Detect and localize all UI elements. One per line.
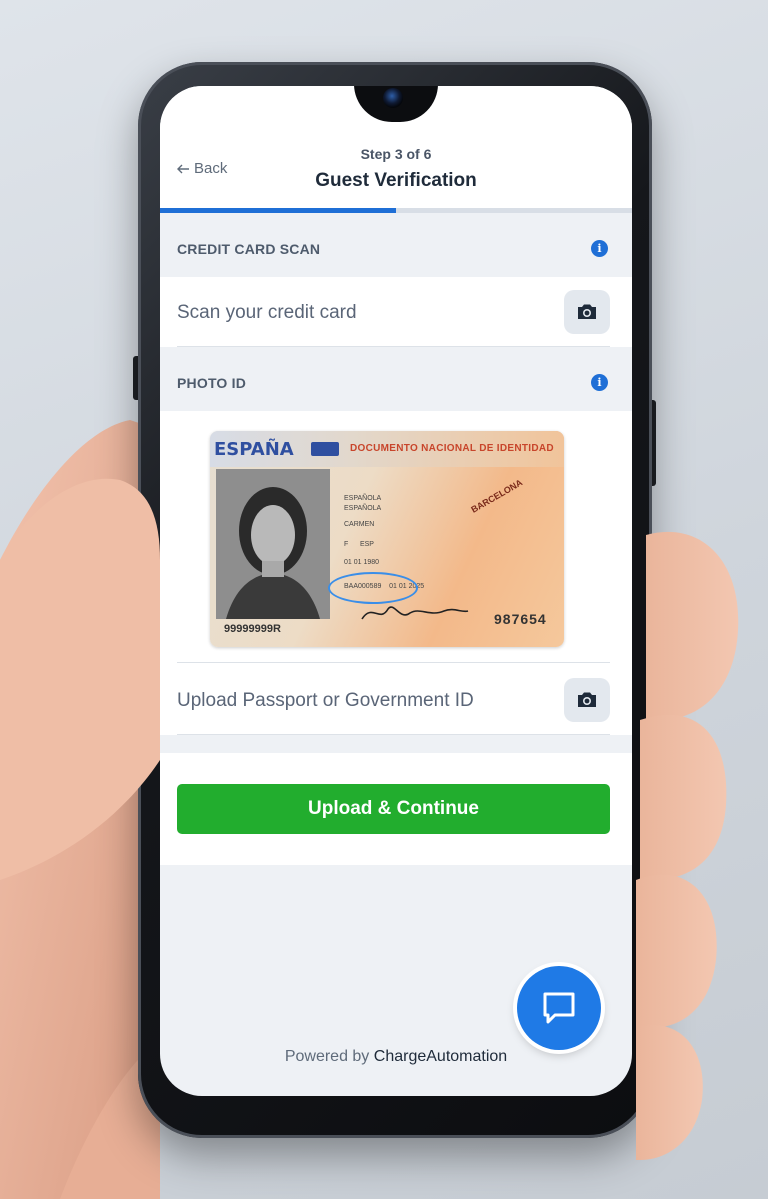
footer-brand: ChargeAutomation bbox=[373, 1048, 508, 1065]
front-camera bbox=[383, 88, 403, 108]
photo-id-section-label: PHOTO ID bbox=[177, 375, 247, 391]
credit-card-scan-prompt: Scan your credit card bbox=[177, 302, 357, 323]
id-card-field: CARMEN bbox=[344, 521, 375, 528]
step-indicator: Step 3 of 6 bbox=[360, 146, 432, 162]
camera-icon bbox=[578, 304, 596, 319]
photo-id-upload-prompt: Upload Passport or Government ID bbox=[177, 690, 474, 711]
upload-continue-button[interactable]: Upload & Continue bbox=[177, 784, 610, 834]
divider bbox=[177, 734, 610, 735]
id-card-number: 99999999R bbox=[224, 623, 281, 635]
id-card-stamp: BARCELONA bbox=[469, 477, 525, 515]
id-card-field: ESPAÑOLA bbox=[344, 495, 382, 502]
id-card-portrait bbox=[216, 469, 330, 619]
chat-icon bbox=[543, 992, 575, 1024]
photo-id-section-header: PHOTO ID i bbox=[160, 347, 632, 411]
page-title: Guest Verification bbox=[315, 170, 477, 191]
action-area: Upload & Continue bbox=[160, 753, 632, 865]
photo-id-camera-button[interactable] bbox=[564, 678, 610, 722]
id-number-highlight bbox=[328, 572, 418, 604]
portrait-illustration bbox=[216, 469, 330, 619]
credit-card-scan-row[interactable]: Scan your credit card bbox=[160, 277, 632, 347]
info-icon[interactable]: i bbox=[591, 240, 608, 257]
credit-card-section-header: CREDIT CARD SCAN i bbox=[160, 213, 632, 277]
id-card-code: 987654 bbox=[494, 611, 547, 627]
info-icon[interactable]: i bbox=[591, 374, 608, 391]
camera-icon bbox=[578, 692, 596, 707]
id-card-field: ESPAÑOLA bbox=[344, 505, 382, 512]
credit-card-section-label: CREDIT CARD SCAN bbox=[177, 241, 321, 257]
divider bbox=[177, 662, 610, 663]
powered-by-footer: Powered by ChargeAutomation bbox=[160, 1048, 632, 1066]
id-card-emblem bbox=[311, 442, 339, 456]
credit-card-camera-button[interactable] bbox=[564, 290, 610, 334]
chat-button[interactable] bbox=[517, 966, 601, 1050]
photo-id-upload-row[interactable]: Upload Passport or Government ID bbox=[160, 665, 632, 735]
id-card-document-title: DOCUMENTO NACIONAL DE IDENTIDAD bbox=[350, 443, 554, 454]
id-card-field: 01 01 1980 bbox=[344, 559, 380, 566]
id-card-preview: ESPAÑA DOCUMENTO NACIONAL DE IDENTIDAD E… bbox=[210, 431, 564, 647]
id-card-field: F ESP bbox=[344, 541, 374, 548]
footer-prefix: Powered by bbox=[284, 1048, 370, 1065]
phone-screen: Back Step 3 of 6 Guest Verification CRED… bbox=[160, 86, 632, 1096]
id-card-country: ESPAÑA bbox=[214, 439, 294, 460]
